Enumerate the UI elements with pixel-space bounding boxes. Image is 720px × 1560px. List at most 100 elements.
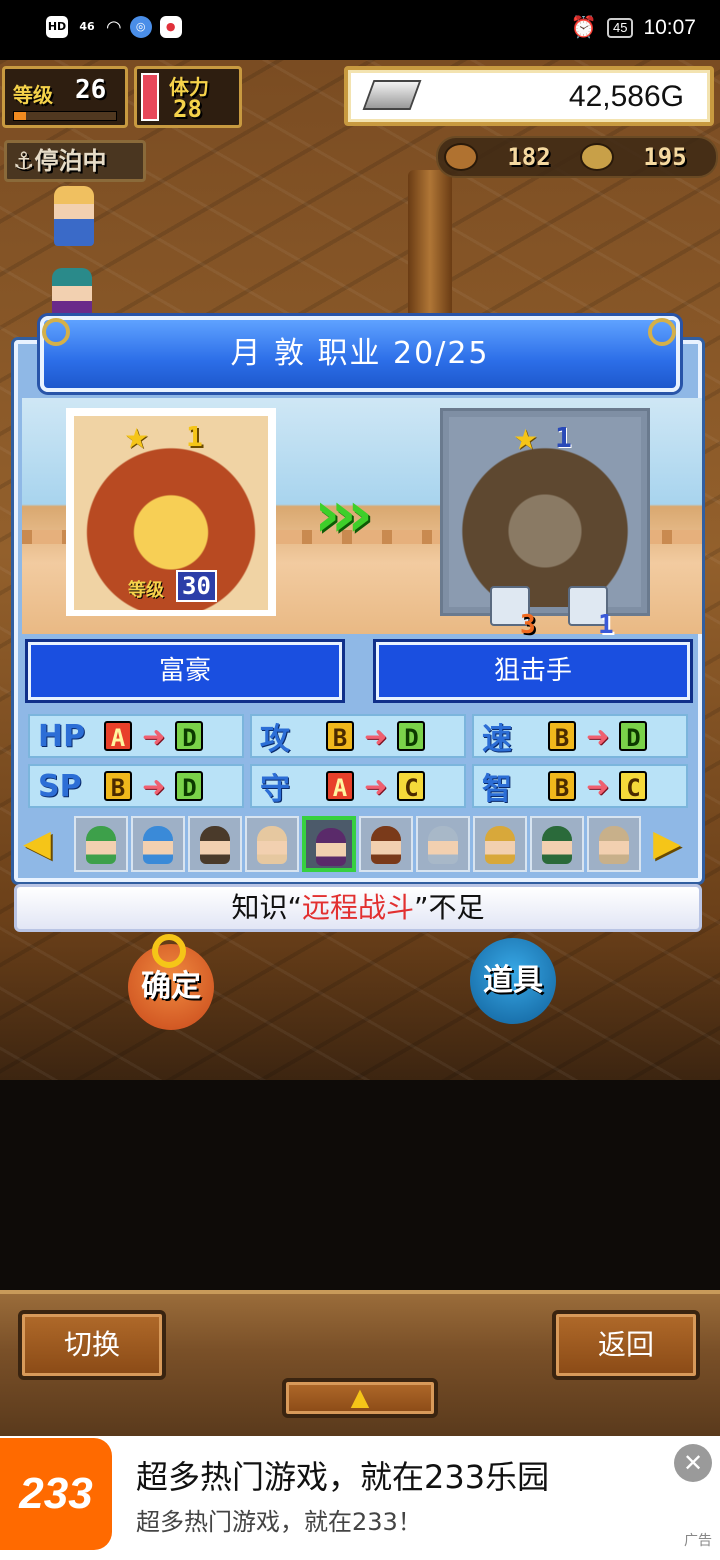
grade-after: D [175,721,204,752]
crew-slot[interactable] [74,816,128,872]
arrow-right-icon: ➜ [142,769,166,803]
new-job-card: ★ 1 [440,408,650,616]
ad-close-button[interactable]: ✕ [674,1444,712,1482]
app-icon: ● [159,16,182,38]
grade-after: D [619,721,648,752]
expand-up-button[interactable]: ▲ [282,1378,438,1418]
level-value: 26 [75,75,107,105]
title-ornament [648,318,676,346]
grade-before: B [548,771,576,802]
new-room-image [449,417,641,607]
ring-icon [152,934,186,968]
deck-shadow [0,1080,720,1290]
grade-before: B [104,771,132,802]
anchor-count: 1 [598,610,614,640]
items-button[interactable]: 道具 [470,938,556,1024]
stat-comparison: HP A ➜ D 攻 B ➜ D 速 B ➜ D SP B ➜ D 守 A ➜ C 智 B ➜ C [28,714,688,810]
anchor-icon: ⚓ [13,147,35,175]
stat-row: 速 B ➜ D [472,714,688,758]
stat-name: 速 [482,722,512,757]
status-right: ⏰ 45 10:07 [571,16,696,40]
stat-name: 攻 [260,722,290,757]
docked-status[interactable]: ⚓停泊中 [4,140,146,182]
ad-subtitle[interactable]: 超多热门游戏，就在233！ [136,1502,422,1537]
crew-slot[interactable] [416,816,470,872]
level-progress-bar [13,111,117,121]
crew-portrait [371,826,401,864]
resource-coin-value: 195 [643,143,687,171]
crew-slot[interactable] [131,816,185,872]
gold-value: 42,586G [568,80,684,113]
spyglass-count: 3 [520,610,536,640]
requirement-message: 知识“远程战斗”不足 [14,884,702,932]
stat-name: SP [38,768,82,804]
hd-icon: HD [46,16,68,38]
message-suffix: ”不足 [414,891,485,924]
stat-name: HP [38,718,86,754]
crew-portrait [143,826,173,864]
alarm-icon: ⏰ [570,16,597,39]
crew-portrait [200,826,230,864]
current-job-name: 富豪 [28,642,342,700]
clock: 10:07 [643,16,696,39]
grade-after: D [175,771,204,802]
stat-name: 守 [260,772,290,807]
ad-logo[interactable]: 233 [0,1438,112,1550]
level-label: 等级 [13,83,53,107]
gold-panel: 42,586G [344,66,714,126]
stat-row: SP B ➜ D [28,764,244,808]
status-icons: HD 46 ◠ ◎ ● [46,16,182,38]
crew-portrait [428,826,458,864]
coin-icon [580,143,614,171]
stat-row: 攻 B ➜ D [250,714,466,758]
crew-slot[interactable] [245,816,299,872]
crew-slot[interactable] [473,816,527,872]
stat-row: 智 B ➜ C [472,764,688,808]
grade-before: B [548,721,576,752]
player-level-panel: 等级 26 [2,66,128,128]
stamina-panel: 体力 28 [134,66,242,128]
back-button[interactable]: 返回 [552,1310,700,1380]
roster-prev-button[interactable]: ◀ [22,820,52,868]
crew-slot[interactable] [359,816,413,872]
current-room-image [74,416,268,610]
grade-before: A [326,771,354,802]
switch-button[interactable]: 切换 [18,1310,166,1380]
grade-after: C [619,771,648,802]
current-level-value: 30 [176,570,217,602]
resource-food-value: 182 [507,143,551,171]
ad-title[interactable]: 超多热门游戏，就在233乐园 [136,1452,549,1498]
new-job-name: 狙击手 [376,642,690,700]
stat-row: 守 A ➜ C [250,764,466,808]
ad-tag: 广告 [684,1533,712,1549]
crew-slot[interactable] [188,816,242,872]
stat-name: 智 [482,772,512,807]
status-bar: HD 46 ◠ ◎ ● ⏰ 45 10:07 [0,0,720,60]
crew-slot[interactable] [302,816,356,872]
dialog-title: 月 敦 职业 20/25 [40,316,680,392]
crew-portrait [257,826,287,864]
star-icon: ★ [513,423,539,456]
grade-before: A [104,721,132,752]
stamina-bar [141,73,159,121]
message-skill: 远程战斗 [301,891,414,924]
crew-slot[interactable] [530,816,584,872]
level-progress-fill [14,112,27,120]
crew-slot[interactable] [587,816,641,872]
arrow-right-icon: ➜ [586,769,610,803]
current-level-label: 等级 [128,580,164,601]
new-star-count: 1 [555,421,572,454]
roster-next-button[interactable]: ▶ [652,820,682,868]
arrow-right-icon: ➜ [364,769,388,803]
crew-portrait [316,828,346,866]
browser-icon: ◎ [129,16,152,38]
ad-banner[interactable]: 233 超多热门游戏，就在233乐园 超多热门游戏，就在233！ ✕ 广告 [0,1436,720,1560]
resource-panel: 182 195 [436,136,718,178]
silver-bar-icon [362,80,422,110]
crew-character[interactable] [54,186,94,246]
grade-before: B [326,721,354,752]
crew-roster: ◀ ▶ [20,812,700,876]
battery-icon: 45 [606,18,634,38]
stat-row: HP A ➜ D [28,714,244,758]
wifi-icon: ◠ [106,16,122,38]
